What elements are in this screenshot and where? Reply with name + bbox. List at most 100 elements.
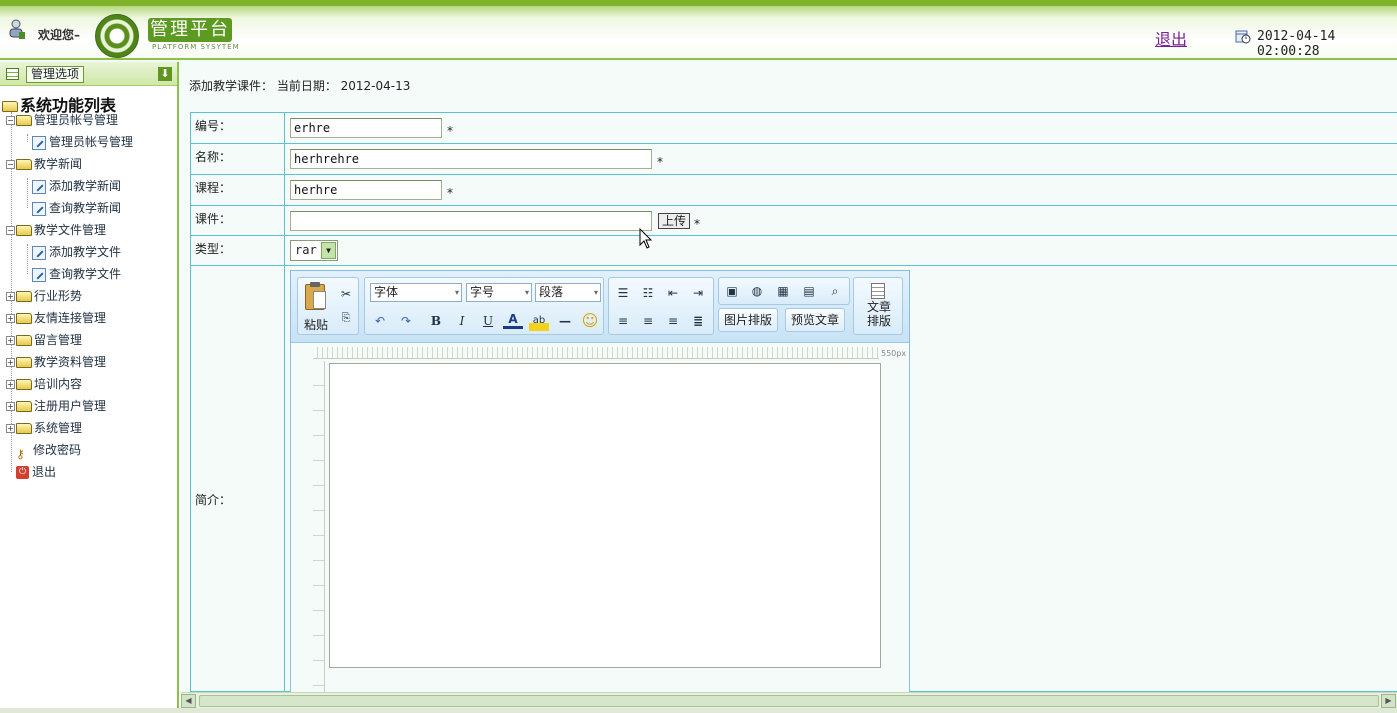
- name-input[interactable]: herhrehre: [290, 149, 652, 169]
- ordered-list-icon[interactable]: ☰: [613, 283, 633, 303]
- highlight-icon[interactable]: ab: [529, 311, 549, 331]
- justify-icon[interactable]: ≣: [688, 311, 708, 331]
- table-icon[interactable]: ▦: [773, 281, 793, 301]
- preview-button[interactable]: 预览文章: [785, 308, 846, 332]
- align-right-icon[interactable]: ≡: [663, 311, 683, 331]
- current-datetime: 2012-04-14 02:00:28: [1257, 29, 1336, 59]
- tree-item-change-password[interactable]: ⚷ 修改密码: [16, 440, 81, 461]
- expand-icon[interactable]: +: [6, 358, 15, 367]
- tree-item-system[interactable]: + 系统管理: [6, 418, 82, 438]
- font-color-icon[interactable]: A: [503, 311, 523, 329]
- cut-icon[interactable]: ✂: [336, 284, 356, 304]
- emoticon-icon[interactable]: ☺: [580, 311, 600, 331]
- upload-button[interactable]: 上传: [658, 213, 691, 229]
- expand-icon[interactable]: +: [6, 336, 15, 345]
- logout-link[interactable]: 退出: [1155, 26, 1187, 50]
- edit-page-icon: [32, 179, 46, 194]
- tree-item-materials[interactable]: + 教学资料管理: [6, 352, 106, 372]
- form-row-intro: 简介： 粘贴 ✂ ⎘ 字体 ▾ 字号 ▾ 段落 ▾ ↶ ↷ B I U A ab…: [191, 266, 1397, 710]
- scrollbar-thumb[interactable]: [199, 695, 1379, 707]
- edit-page-icon: [32, 201, 46, 216]
- outdent-icon[interactable]: ⇤: [663, 283, 683, 303]
- indent-icon[interactable]: ⇥: [688, 283, 708, 303]
- manage-options-button[interactable]: 管理选项: [26, 66, 85, 83]
- clipboard-group: 粘贴 ✂ ⎘: [297, 277, 359, 335]
- align-left-icon[interactable]: ≡: [613, 311, 633, 331]
- paragraph-select[interactable]: 段落: [535, 283, 601, 302]
- main-content: 添加教学课件： 当前日期： 2012-04-13 编号： erhre * 名称：…: [181, 62, 1397, 710]
- scroll-left-icon[interactable]: ◀: [181, 694, 196, 708]
- article-layout-button[interactable]: 文章排版: [853, 277, 903, 335]
- font-size-select[interactable]: 字号: [466, 283, 532, 302]
- expand-icon[interactable]: +: [6, 292, 15, 301]
- scroll-right-icon[interactable]: ▶: [1381, 694, 1396, 708]
- expand-icon[interactable]: +: [6, 380, 15, 389]
- rich-text-editor: 粘贴 ✂ ⎘ 字体 字号 段落 ↶ ↷ B I: [290, 270, 910, 710]
- tree-item-admin-account-manage[interactable]: 管理员帐号管理: [32, 132, 133, 152]
- editor-content-area[interactable]: [329, 363, 881, 668]
- align-center-icon[interactable]: ≡: [638, 311, 658, 331]
- tree-item-training[interactable]: + 培训内容: [6, 374, 82, 394]
- format-group: 字体 字号 段落 ↶ ↷ B I U A ab — ☺: [364, 277, 604, 335]
- id-input[interactable]: erhre: [290, 118, 442, 138]
- header-top-strip: [0, 0, 1397, 6]
- tree-item-add-news[interactable]: 添加教学新闻: [32, 176, 121, 196]
- italic-icon[interactable]: I: [452, 311, 472, 331]
- form-row-file: 课件： 上传 *: [191, 206, 1397, 236]
- copy-icon[interactable]: ⎘: [336, 308, 356, 328]
- tree-item-teaching-news[interactable]: − 教学新闻: [6, 154, 82, 174]
- find-replace-icon[interactable]: ⌕: [825, 281, 845, 301]
- paste-button[interactable]: 粘贴: [304, 316, 328, 333]
- course-label: 课程：: [191, 175, 285, 205]
- unordered-list-icon[interactable]: ☷: [638, 283, 658, 303]
- type-label: 类型：: [191, 236, 285, 265]
- file-input[interactable]: [290, 211, 652, 231]
- tree-item-teaching-files[interactable]: − 教学文件管理: [6, 220, 106, 240]
- bold-icon[interactable]: B: [426, 311, 446, 331]
- tree-item-query-file[interactable]: 查询教学文件: [32, 264, 121, 284]
- horizontal-ruler: [313, 347, 879, 359]
- horizontal-rule-icon[interactable]: —: [555, 311, 575, 331]
- chevron-down-icon[interactable]: ▼: [321, 242, 336, 259]
- collapse-icon[interactable]: −: [6, 226, 15, 235]
- tree-item-users[interactable]: + 注册用户管理: [6, 396, 106, 416]
- folder-icon: [16, 423, 32, 434]
- tree-item-query-news[interactable]: 查询教学新闻: [32, 198, 121, 218]
- font-family-select[interactable]: 字体: [370, 283, 462, 302]
- required-mark: *: [447, 186, 453, 200]
- folder-icon: [16, 225, 32, 236]
- redo-icon[interactable]: ↷: [396, 311, 416, 331]
- tree-item-links[interactable]: + 友情连接管理: [6, 308, 106, 328]
- required-mark: *: [694, 217, 700, 231]
- image-icon[interactable]: ▣: [722, 281, 742, 301]
- tree-item-industry[interactable]: + 行业形势: [6, 286, 82, 306]
- expand-icon[interactable]: +: [6, 424, 15, 433]
- breadcrumb: 添加教学课件： 当前日期： 2012-04-13: [189, 79, 411, 93]
- logo-title: 管理平台: [148, 18, 232, 42]
- tree-item-add-file[interactable]: 添加教学文件: [32, 242, 121, 262]
- course-input[interactable]: herhre: [290, 180, 442, 200]
- tree-item-admin-account[interactable]: − 管理员帐号管理: [6, 110, 118, 130]
- tree-item-logout[interactable]: ⏻ 退出: [16, 462, 56, 482]
- type-select[interactable]: rar ▼: [290, 240, 338, 261]
- id-label: 编号：: [191, 113, 285, 143]
- paste-icon[interactable]: [303, 282, 327, 312]
- courseware-form: 编号： erhre * 名称： herhrehre * 课程： herhre *…: [190, 112, 1397, 710]
- media-icon[interactable]: ◍: [747, 281, 767, 301]
- horizontal-scrollbar[interactable]: ◀ ▶: [181, 692, 1397, 708]
- calendar-clock-icon: [1235, 30, 1251, 44]
- expand-icon[interactable]: +: [6, 402, 15, 411]
- tree-item-messages[interactable]: + 留言管理: [6, 330, 82, 350]
- collapse-icon[interactable]: −: [6, 116, 15, 125]
- collapse-icon[interactable]: −: [6, 160, 15, 169]
- type-select-value: rar: [295, 243, 317, 257]
- underline-icon[interactable]: U: [478, 311, 498, 331]
- undo-icon[interactable]: ↶: [370, 311, 390, 331]
- folder-icon: [16, 291, 32, 302]
- ruler-width-label: 550px: [881, 349, 907, 358]
- template-icon[interactable]: ▤: [799, 281, 819, 301]
- collapse-arrow-icon[interactable]: ⬇: [158, 67, 172, 81]
- image-layout-button[interactable]: 图片排版: [718, 308, 779, 332]
- expand-icon[interactable]: +: [6, 314, 15, 323]
- form-row-name: 名称： herhrehre *: [191, 144, 1397, 175]
